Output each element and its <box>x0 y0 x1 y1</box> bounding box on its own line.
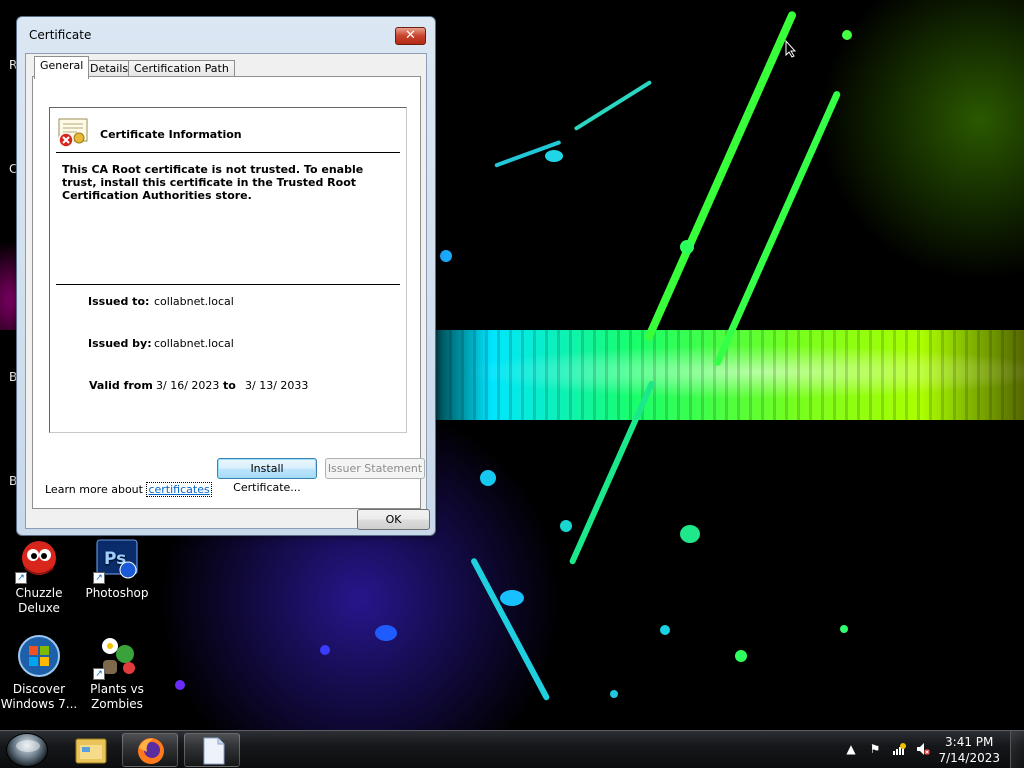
system-clock[interactable]: 3:41 PM 7/14/2023 <box>938 734 1000 766</box>
desktop-icon-label: Plants vs Zombies <box>90 682 144 711</box>
wallpaper-streak <box>568 380 656 566</box>
network-icon[interactable] <box>892 742 906 756</box>
issued-by-value: collabnet.local <box>154 337 234 350</box>
document-icon <box>203 737 225 765</box>
wallpaper-splat <box>320 645 330 655</box>
certificate-error-icon <box>57 118 89 148</box>
desktop-icon-label: Chuzzle Deluxe <box>15 586 63 615</box>
learn-more-prefix: Learn more about <box>45 483 143 496</box>
wallpaper-splat <box>480 470 496 486</box>
shortcut-arrow-icon: ↗ <box>93 668 105 680</box>
wallpaper-streak <box>712 90 842 367</box>
plants-vs-zombies-icon: ↗ <box>93 634 139 680</box>
learn-more-text: Learn more about certificates <box>45 482 212 497</box>
clock-time: 3:41 PM <box>945 735 994 749</box>
mouse-cursor-icon <box>785 40 797 58</box>
wallpaper-splat <box>560 520 572 532</box>
show-desktop-button[interactable] <box>1010 731 1024 768</box>
windows-explorer-icon <box>75 738 107 764</box>
wallpaper-splat <box>735 650 747 662</box>
desktop-icon-plants-vs-zombies[interactable]: ↗ Plants vs Zombies <box>78 634 156 712</box>
wallpaper-splat <box>545 150 563 162</box>
show-hidden-icons-icon[interactable]: ▲ <box>844 742 858 756</box>
desktop-icon-chuzzle[interactable]: ↗ Chuzzle Deluxe <box>0 538 78 616</box>
wallpaper-splat <box>680 525 700 543</box>
wallpaper-splat <box>375 625 397 641</box>
certificate-info-box: Certificate Information This CA Root cer… <box>49 107 407 433</box>
general-tab-panel: Certificate Information This CA Root cer… <box>32 76 425 509</box>
wallpaper-splat <box>842 30 852 40</box>
certificates-link[interactable]: certificates <box>146 482 212 497</box>
wallpaper-streak <box>470 557 551 702</box>
wallpaper-streak <box>643 10 798 343</box>
wallpaper-streak <box>573 80 653 132</box>
certificate-info-heading: Certificate Information <box>100 128 242 141</box>
action-center-flag-icon[interactable]: ⚑ <box>868 742 882 756</box>
shortcut-arrow-icon: ↗ <box>93 572 105 584</box>
taskbar-document[interactable] <box>184 733 240 767</box>
issued-by-label: Issued by: <box>88 337 152 350</box>
divider <box>56 284 400 285</box>
issuer-statement-button[interactable]: Issuer Statement <box>325 458 425 479</box>
wallpaper-splat <box>660 625 670 635</box>
certificate-dialog: Certificate ✕ General Details Certificat… <box>16 16 436 536</box>
valid-to-label: to <box>223 379 236 392</box>
dialog-client-area: General Details Certification Path Certi… <box>25 53 430 530</box>
clock-date: 7/14/2023 <box>938 751 1000 765</box>
ok-button[interactable]: OK <box>357 509 430 530</box>
valid-from-value: 3/ 16/ 2023 <box>156 379 220 392</box>
taskbar-firefox[interactable] <box>122 733 178 767</box>
window-title: Certificate <box>29 28 92 42</box>
windows-logo-icon <box>17 634 61 678</box>
close-icon: ✕ <box>405 28 416 43</box>
titlebar[interactable]: Certificate ✕ <box>17 17 435 53</box>
start-button[interactable] <box>6 733 48 767</box>
valid-to-value: 3/ 13/ 2033 <box>245 379 309 392</box>
wallpaper-splat <box>500 590 524 606</box>
desktop-icon-label: Discover Windows 7... <box>0 682 78 711</box>
taskbar-windows-explorer[interactable] <box>62 733 118 767</box>
desktop-icon-photoshop[interactable]: Ps ↗ Photoshop <box>78 538 156 601</box>
chuzzle-icon: ↗ <box>15 538 61 584</box>
wallpaper-splat <box>680 240 694 254</box>
taskbar: ▲ ⚑ 3:41 PM 7/14/2023 <box>0 730 1024 768</box>
issued-to-value: collabnet.local <box>154 295 234 308</box>
desktop-icon-discover-windows[interactable]: Discover Windows 7... <box>0 634 78 712</box>
trust-warning-message: This CA Root certificate is not trusted.… <box>62 163 364 202</box>
photoshop-icon: Ps ↗ <box>93 538 139 584</box>
wallpaper-splat <box>440 250 452 262</box>
wallpaper-splat <box>610 690 618 698</box>
close-button[interactable]: ✕ <box>395 27 426 45</box>
firefox-icon <box>138 738 164 764</box>
install-certificate-button[interactable]: Install Certificate... <box>217 458 317 494</box>
shortcut-arrow-icon: ↗ <box>15 572 27 584</box>
issued-to-label: Issued to: <box>88 295 150 308</box>
wallpaper-splat <box>840 625 848 633</box>
volume-muted-icon[interactable] <box>916 742 930 756</box>
valid-from-label: Valid from <box>89 379 153 392</box>
desktop-icon-label: Photoshop <box>85 586 149 600</box>
wallpaper-splat <box>175 680 185 690</box>
tab-general[interactable]: General <box>34 56 90 79</box>
start-orb-icon <box>16 740 40 752</box>
divider <box>56 152 400 153</box>
